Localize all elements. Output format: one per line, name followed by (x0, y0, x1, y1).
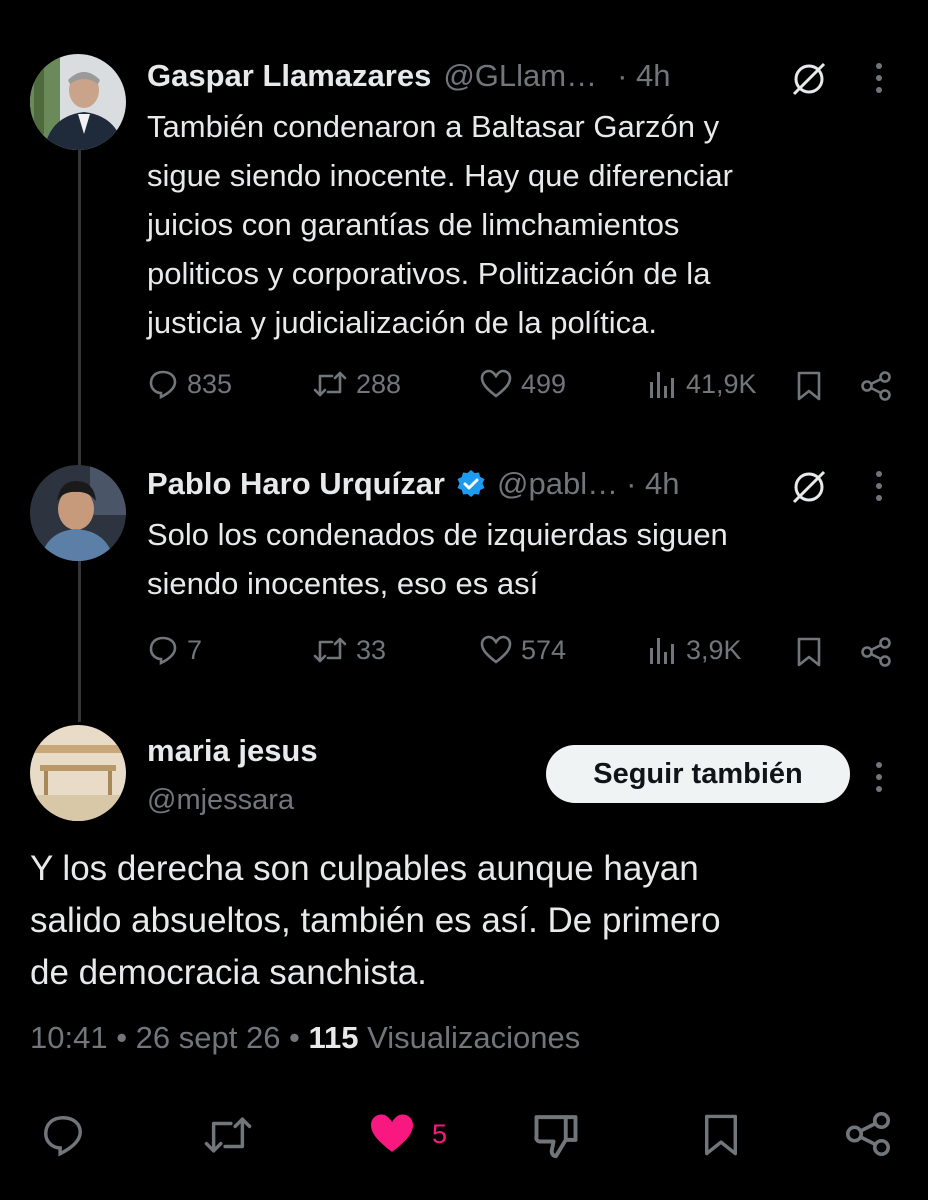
retweet-count: 33 (356, 634, 387, 665)
bookmark-icon[interactable] (792, 368, 826, 404)
views-button[interactable]: 41,9K (648, 368, 757, 400)
like-button[interactable]: 499 (479, 368, 566, 400)
author-name[interactable]: Gaspar Llamazares (147, 58, 431, 94)
retweet-count: 288 (356, 368, 402, 399)
tweet-text-line: Y los derecha son culpables aunque hayan (30, 849, 699, 888)
tweet-meta: 10:41 • 26 sept 26 • 115 Visualizaciones (30, 1020, 580, 1056)
tweet-text-line: juicios con garantías de limchamientos (147, 207, 680, 242)
like-button[interactable]: 5 (366, 1110, 447, 1158)
retweet-button[interactable] (200, 1110, 256, 1160)
tweet-text-line: politicos y corporativos. Politización d… (147, 256, 711, 291)
reply-button[interactable]: 835 (147, 368, 232, 400)
tweet-timestamp[interactable]: 10:41 • 26 sept 26 • (30, 1020, 300, 1055)
tweet-time[interactable]: · 4h (626, 466, 679, 502)
follow-button[interactable]: Seguir también (546, 745, 850, 803)
author-handle[interactable]: @mjessara (147, 784, 294, 817)
reply-icon (149, 370, 177, 400)
avatar[interactable] (30, 54, 126, 150)
analytics-icon (650, 638, 674, 664)
retweet-icon (313, 371, 347, 397)
more-options-icon[interactable] (864, 58, 894, 98)
author-handle[interactable]: @GLlam… (443, 58, 597, 94)
bookmark-icon[interactable] (792, 634, 826, 670)
share-icon[interactable] (858, 634, 894, 670)
views-count: 3,9K (686, 634, 742, 665)
share-icon[interactable] (858, 368, 894, 404)
verified-badge-icon (457, 470, 485, 497)
like-button[interactable]: 574 (479, 634, 566, 666)
views-button[interactable]: 3,9K (648, 634, 742, 666)
tweet-time[interactable]: · 4h (617, 58, 670, 94)
dislike-button[interactable] (528, 1108, 584, 1162)
more-options-icon[interactable] (864, 757, 894, 797)
tweet-text-line: de democracia sanchista. (30, 953, 427, 992)
reply-count: 7 (187, 634, 203, 665)
thread-line (78, 150, 81, 465)
tweet-text-line: sigue siendo inocente. Hay que diferenci… (147, 158, 733, 193)
bookmark-icon[interactable] (698, 1108, 744, 1162)
more-options-icon[interactable] (864, 466, 894, 506)
like-count: 499 (521, 368, 567, 399)
like-count: 5 (432, 1118, 448, 1149)
thread-line (78, 560, 81, 722)
avatar[interactable] (30, 465, 126, 561)
retweet-icon (204, 1117, 252, 1153)
grok-icon[interactable] (788, 58, 830, 100)
reply-icon (44, 1116, 82, 1157)
author-name[interactable]: maria jesus (147, 733, 318, 769)
tweet-text-line: Solo los condenados de izquierdas siguen (147, 517, 728, 552)
heart-filled-icon (371, 1114, 413, 1152)
thumbs-down-icon (534, 1115, 578, 1159)
author-handle[interactable]: @pabl… (497, 466, 618, 502)
retweet-button[interactable]: 288 (312, 368, 401, 400)
views-count: 115 (308, 1020, 359, 1055)
like-count: 574 (521, 634, 567, 665)
grok-icon[interactable] (788, 466, 830, 508)
reply-icon (149, 636, 177, 666)
heart-icon (480, 635, 512, 664)
analytics-icon (650, 372, 674, 398)
avatar[interactable] (30, 725, 126, 821)
tweet-text-line: justicia y judicialización de la polític… (147, 305, 658, 340)
retweet-icon (313, 637, 347, 663)
views-count: 41,9K (686, 368, 757, 399)
reply-count: 835 (187, 368, 233, 399)
author-name[interactable]: Pablo Haro Urquízar (147, 466, 445, 502)
views-label: Visualizaciones (367, 1020, 581, 1055)
share-icon[interactable] (842, 1108, 894, 1160)
tweet-text-line: También condenaron a Baltasar Garzón y (147, 109, 720, 144)
reply-button[interactable]: 7 (147, 634, 202, 666)
reply-button[interactable] (38, 1110, 88, 1160)
heart-icon (480, 369, 512, 398)
tweet-text-line: siendo inocentes, eso es así (147, 566, 539, 601)
retweet-button[interactable]: 33 (312, 634, 386, 666)
tweet-text-line: salido absueltos, también es así. De pri… (30, 901, 721, 940)
